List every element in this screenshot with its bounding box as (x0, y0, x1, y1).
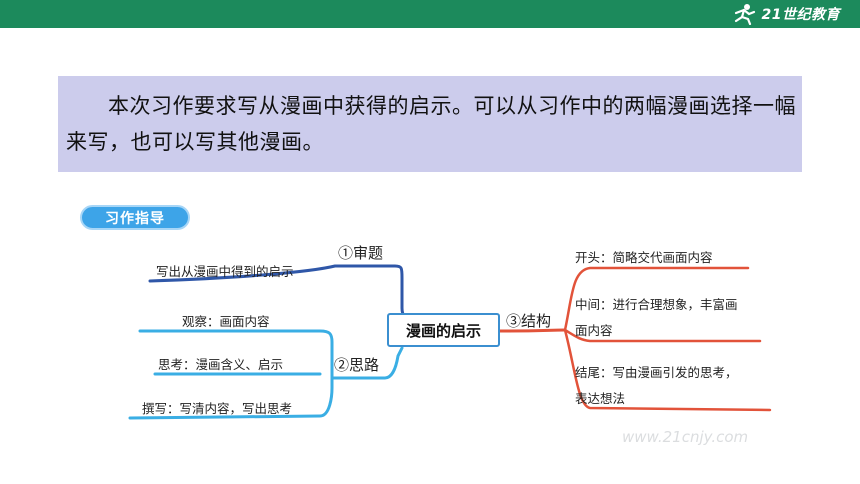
review-label: ①审题 (338, 244, 384, 262)
structure-item-middle-line2: 面内容 (575, 323, 613, 338)
top-bar: 21世纪教育 (0, 0, 860, 28)
thinking-item-observe: 观察：画面内容 (182, 314, 270, 329)
runner-logo-icon (734, 4, 755, 25)
watermark-icon: www.21cnjy.com (622, 428, 748, 446)
structure-item-ending-line2: 表达想法 (575, 391, 626, 406)
structure-label: ③结构 (506, 312, 552, 330)
guide-tag: 习作指导 (80, 205, 190, 230)
mindmap-center: 漫画的启示 (387, 313, 500, 347)
intro-text: 本次习作要求写从漫画中获得的启示。可以从习作中的两幅漫画选择一幅来写，也可以写其… (66, 94, 796, 154)
intro-box: 本次习作要求写从漫画中获得的启示。可以从习作中的两幅漫画选择一幅来写，也可以写其… (58, 76, 802, 172)
thinking-item-write: 撰写：写清内容，写出思考 (142, 401, 293, 416)
logo: 21世纪教育 (730, 2, 840, 26)
thinking-label: ②思路 (334, 356, 380, 374)
watermark-text: www.21cnjy.com (622, 428, 748, 446)
structure-item-middle-line1: 中间：进行合理想象，丰富画 (575, 297, 738, 312)
review-item-text: 写出从漫画中得到的启示 (156, 264, 294, 279)
logo-text: 21世纪教育 (761, 7, 840, 23)
structure-item-ending-line1: 结尾：写由漫画引发的思考， (575, 365, 738, 380)
structure-item-opening: 开头：简略交代画面内容 (575, 250, 713, 265)
mindmap: 写出从漫画中得到的启示 ①审题 观察：画面内容 思考：漫画含义、启示 撰写：写清… (120, 238, 820, 452)
thinking-item-think: 思考：漫画含义、启示 (158, 357, 284, 372)
